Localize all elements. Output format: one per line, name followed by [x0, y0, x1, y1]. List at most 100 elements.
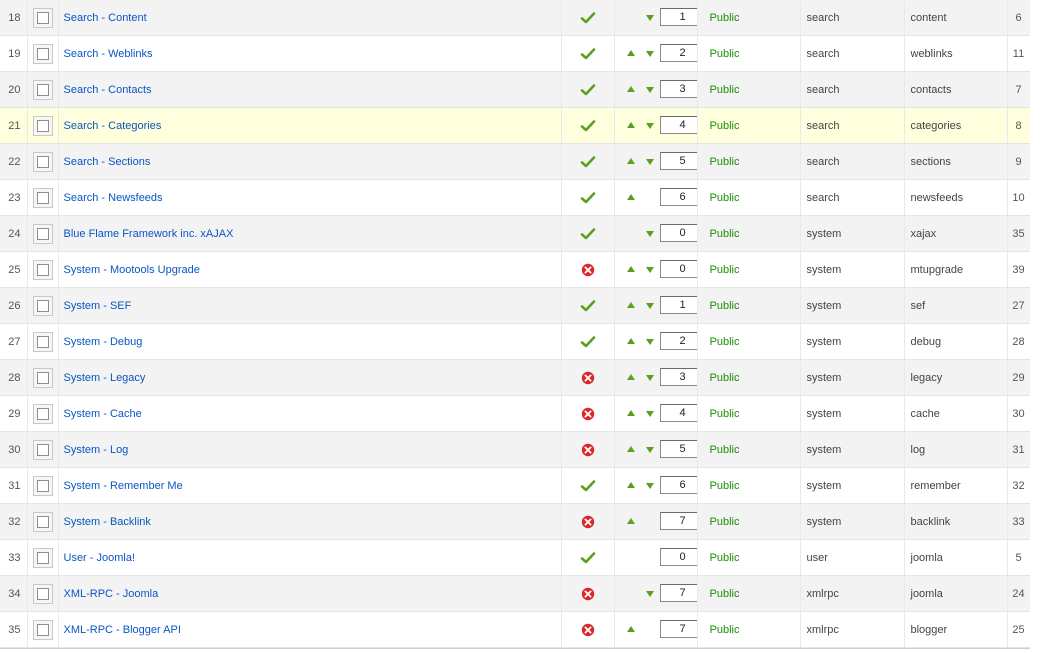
order-input[interactable]: [659, 475, 697, 494]
plugin-name-link[interactable]: System - Backlink: [64, 516, 151, 528]
row-select-checkbox[interactable]: [32, 547, 53, 568]
row-select-checkbox[interactable]: [32, 223, 53, 244]
green-check-icon[interactable]: [580, 154, 596, 170]
row-select-checkbox[interactable]: [32, 331, 53, 352]
green-check-icon[interactable]: [580, 10, 596, 26]
arrow-down-icon[interactable]: [645, 158, 654, 165]
row-select-checkbox[interactable]: [32, 439, 53, 460]
arrow-down-icon[interactable]: [645, 446, 654, 453]
row-select-checkbox[interactable]: [32, 151, 53, 172]
order-input[interactable]: [659, 547, 697, 566]
access-level[interactable]: Public: [696, 215, 800, 252]
arrow-down-icon[interactable]: [645, 302, 654, 309]
arrow-up-icon[interactable]: [626, 265, 635, 272]
plugin-name-link[interactable]: XML-RPC - Joomla: [64, 588, 159, 600]
order-input[interactable]: [659, 619, 697, 638]
order-input[interactable]: [659, 151, 697, 170]
arrow-down-icon[interactable]: [645, 374, 654, 381]
arrow-down-icon[interactable]: [645, 410, 654, 417]
green-check-icon[interactable]: [580, 190, 596, 206]
row-select-checkbox[interactable]: [32, 403, 53, 424]
access-level[interactable]: Public: [696, 539, 800, 576]
order-input[interactable]: [659, 43, 697, 62]
access-level[interactable]: Public: [696, 0, 800, 36]
order-input[interactable]: [659, 187, 697, 206]
green-check-icon[interactable]: [580, 226, 596, 242]
access-level[interactable]: Public: [696, 467, 800, 504]
plugin-name-link[interactable]: System - Legacy: [64, 372, 146, 384]
access-level[interactable]: Public: [696, 611, 800, 648]
red-x-circle-icon[interactable]: [580, 406, 596, 422]
row-select-checkbox[interactable]: [32, 583, 53, 604]
plugin-name-link[interactable]: System - Cache: [64, 408, 142, 420]
row-select-checkbox[interactable]: [32, 79, 53, 100]
green-check-icon[interactable]: [580, 82, 596, 98]
green-check-icon[interactable]: [580, 334, 596, 350]
access-level[interactable]: Public: [696, 323, 800, 360]
arrow-up-icon[interactable]: [626, 409, 635, 416]
red-x-circle-icon[interactable]: [580, 622, 596, 638]
order-input[interactable]: [659, 403, 697, 422]
order-input[interactable]: [659, 439, 697, 458]
access-level[interactable]: Public: [696, 395, 800, 432]
access-level[interactable]: Public: [696, 359, 800, 396]
red-x-circle-icon[interactable]: [580, 442, 596, 458]
access-level[interactable]: Public: [696, 287, 800, 324]
plugin-name-link[interactable]: System - Log: [64, 444, 129, 456]
green-check-icon[interactable]: [580, 478, 596, 494]
order-input[interactable]: [659, 295, 697, 314]
access-level[interactable]: Public: [696, 143, 800, 180]
order-input[interactable]: [659, 7, 697, 26]
red-x-circle-icon[interactable]: [580, 586, 596, 602]
access-level[interactable]: Public: [696, 251, 800, 288]
arrow-down-icon[interactable]: [645, 266, 654, 273]
row-select-checkbox[interactable]: [32, 187, 53, 208]
plugin-name-link[interactable]: Search - Categories: [64, 120, 162, 132]
order-input[interactable]: [659, 223, 697, 242]
arrow-up-icon[interactable]: [626, 49, 635, 56]
arrow-up-icon[interactable]: [626, 481, 635, 488]
access-level[interactable]: Public: [696, 71, 800, 108]
plugin-name-link[interactable]: System - Remember Me: [64, 480, 183, 492]
green-check-icon[interactable]: [580, 298, 596, 314]
arrow-up-icon[interactable]: [626, 517, 635, 524]
plugin-name-link[interactable]: Search - Newsfeeds: [64, 192, 163, 204]
row-select-checkbox[interactable]: [32, 259, 53, 280]
access-level[interactable]: Public: [696, 179, 800, 216]
arrow-up-icon[interactable]: [626, 301, 635, 308]
arrow-down-icon[interactable]: [645, 230, 654, 237]
arrow-up-icon[interactable]: [626, 373, 635, 380]
plugin-name-link[interactable]: System - Mootools Upgrade: [64, 264, 200, 276]
arrow-up-icon[interactable]: [626, 337, 635, 344]
arrow-down-icon[interactable]: [645, 338, 654, 345]
access-level[interactable]: Public: [696, 431, 800, 468]
green-check-icon[interactable]: [580, 46, 596, 62]
arrow-up-icon[interactable]: [626, 121, 635, 128]
arrow-up-icon[interactable]: [626, 445, 635, 452]
plugin-name-link[interactable]: Search - Content: [64, 12, 147, 24]
order-input[interactable]: [659, 115, 697, 134]
order-input[interactable]: [659, 331, 697, 350]
row-select-checkbox[interactable]: [32, 115, 53, 136]
row-select-checkbox[interactable]: [32, 475, 53, 496]
plugin-name-link[interactable]: Search - Contacts: [64, 84, 152, 96]
plugin-name-link[interactable]: Blue Flame Framework inc. xAJAX: [64, 228, 234, 240]
green-check-icon[interactable]: [580, 550, 596, 566]
row-select-checkbox[interactable]: [32, 511, 53, 532]
arrow-up-icon[interactable]: [626, 85, 635, 92]
arrow-down-icon[interactable]: [645, 590, 654, 597]
access-level[interactable]: Public: [696, 35, 800, 72]
red-x-circle-icon[interactable]: [580, 514, 596, 530]
order-input[interactable]: [659, 79, 697, 98]
row-select-checkbox[interactable]: [32, 7, 53, 28]
green-check-icon[interactable]: [580, 118, 596, 134]
order-input[interactable]: [659, 511, 697, 530]
row-select-checkbox[interactable]: [32, 43, 53, 64]
arrow-down-icon[interactable]: [645, 482, 654, 489]
order-input[interactable]: [659, 259, 697, 278]
red-x-circle-icon[interactable]: [580, 370, 596, 386]
arrow-down-icon[interactable]: [645, 14, 654, 21]
arrow-up-icon[interactable]: [626, 625, 635, 632]
row-select-checkbox[interactable]: [32, 619, 53, 640]
arrow-down-icon[interactable]: [645, 122, 654, 129]
